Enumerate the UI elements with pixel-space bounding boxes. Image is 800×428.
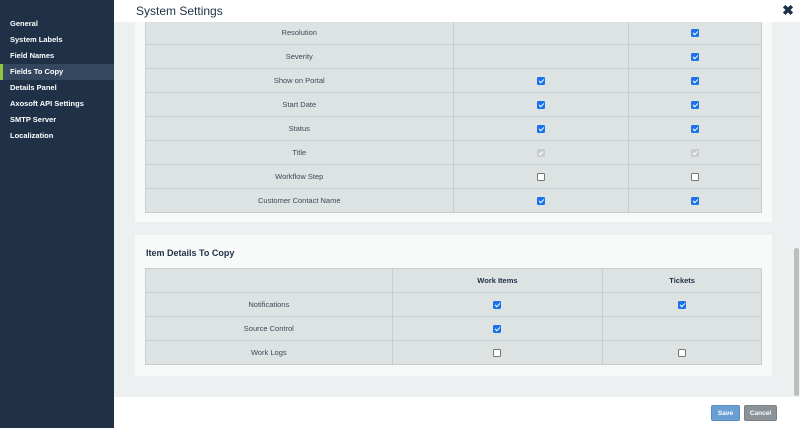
- field-label: Work Logs: [145, 340, 393, 365]
- scrollbar-thumb[interactable]: [794, 248, 799, 396]
- checkbox[interactable]: [493, 301, 502, 309]
- checkbox-cell: [452, 116, 630, 141]
- field-label: Notifications: [145, 292, 393, 317]
- scrollbar[interactable]: [792, 22, 800, 397]
- checkbox-cell: [628, 164, 762, 189]
- checkbox[interactable]: [691, 29, 700, 37]
- checkbox-cell: [602, 340, 762, 365]
- checkbox[interactable]: [691, 197, 700, 205]
- checkbox[interactable]: [493, 325, 502, 333]
- table-row: Resolution: [145, 22, 762, 45]
- checkbox-cell: [628, 116, 762, 141]
- checkbox[interactable]: [536, 173, 545, 181]
- settings-content: Resolution Severity Show on Portal Start Da…: [114, 22, 800, 397]
- checkbox-cell: [628, 188, 762, 213]
- sidebar-item-system-labels[interactable]: System Labels: [0, 32, 114, 48]
- checkbox[interactable]: [536, 125, 545, 133]
- checkbox-cell: [628, 68, 762, 93]
- checkbox-cell: [452, 164, 630, 189]
- table-row: Workflow Step: [145, 164, 762, 189]
- checkbox-cell: [391, 316, 604, 341]
- checkbox[interactable]: [536, 197, 545, 205]
- dialog-footer: Save Cancel: [114, 397, 800, 428]
- checkbox-cell: [602, 316, 762, 341]
- checkbox[interactable]: [691, 77, 700, 85]
- close-icon[interactable]: ✖: [781, 2, 795, 18]
- table-row: Severity: [145, 44, 762, 69]
- checkbox-cell: [452, 140, 630, 165]
- checkbox[interactable]: [691, 173, 700, 181]
- checkbox-cell: [452, 44, 630, 69]
- item-details-table: Work Items Tickets Notifications Source C…: [145, 268, 762, 365]
- checkbox[interactable]: [678, 301, 687, 309]
- cancel-button[interactable]: Cancel: [744, 405, 777, 421]
- dialog-header: System Settings ✖: [114, 0, 800, 22]
- checkbox[interactable]: [691, 53, 700, 61]
- table-row: Show on Portal: [145, 68, 762, 93]
- checkbox-cell: [452, 92, 630, 117]
- checkbox[interactable]: [691, 101, 700, 109]
- checkbox-cell: [628, 140, 762, 165]
- sidebar-item-field-names[interactable]: Field Names: [0, 48, 114, 64]
- field-label: Severity: [145, 44, 454, 69]
- checkbox: [691, 149, 700, 157]
- checkbox: [536, 149, 545, 157]
- item-details-title: Item Details To Copy: [146, 248, 235, 258]
- field-label: Start Date: [145, 92, 454, 117]
- sidebar-item-axosoft-api-settings[interactable]: Axosoft API Settings: [0, 96, 114, 112]
- table-row: Start Date: [145, 92, 762, 117]
- checkbox[interactable]: [678, 349, 687, 357]
- table-row: Notifications: [145, 292, 762, 317]
- fields-to-copy-table: Resolution Severity Show on Portal Start Da…: [145, 22, 762, 213]
- checkbox-cell: [391, 340, 604, 365]
- fields-to-copy-panel: Resolution Severity Show on Portal Start Da…: [135, 22, 772, 222]
- field-label: Workflow Step: [145, 164, 454, 189]
- checkbox-cell: [602, 292, 762, 317]
- table-row: Customer Contact Name: [145, 188, 762, 213]
- field-label: Show on Portal: [145, 68, 454, 93]
- field-label: Customer Contact Name: [145, 188, 454, 213]
- field-label: Resolution: [145, 22, 454, 45]
- save-button[interactable]: Save: [711, 405, 740, 421]
- settings-sidebar: General System Labels Field Names Fields…: [0, 0, 114, 428]
- table-header-row: Work Items Tickets: [145, 268, 762, 293]
- system-settings-dialog: System Settings ✖ Resolution Severity Show…: [114, 0, 800, 428]
- checkbox-cell: [452, 188, 630, 213]
- checkbox-cell: [452, 22, 630, 45]
- column-header-tickets: Tickets: [602, 268, 762, 293]
- field-label: Source Control: [145, 316, 393, 341]
- checkbox[interactable]: [536, 77, 545, 85]
- column-header-work-items: Work Items: [391, 268, 604, 293]
- item-details-panel: Item Details To Copy Work Items Tickets …: [135, 235, 772, 376]
- table-row: Status: [145, 116, 762, 141]
- column-header-field: [145, 268, 393, 293]
- checkbox[interactable]: [536, 101, 545, 109]
- checkbox-cell: [628, 44, 762, 69]
- checkbox-cell: [391, 292, 604, 317]
- sidebar-item-localization[interactable]: Localization: [0, 128, 114, 144]
- field-label: Title: [145, 140, 454, 165]
- sidebar-item-fields-to-copy[interactable]: Fields To Copy: [0, 64, 114, 80]
- checkbox[interactable]: [493, 349, 502, 357]
- table-row: Source Control: [145, 316, 762, 341]
- checkbox[interactable]: [691, 125, 700, 133]
- checkbox-cell: [452, 68, 630, 93]
- table-row: Title: [145, 140, 762, 165]
- table-row: Work Logs: [145, 340, 762, 365]
- checkbox-cell: [628, 92, 762, 117]
- sidebar-item-smtp-server[interactable]: SMTP Server: [0, 112, 114, 128]
- field-label: Status: [145, 116, 454, 141]
- sidebar-item-general[interactable]: General: [0, 16, 114, 32]
- dialog-title: System Settings: [136, 4, 223, 18]
- sidebar-item-details-panel[interactable]: Details Panel: [0, 80, 114, 96]
- checkbox-cell: [628, 22, 762, 45]
